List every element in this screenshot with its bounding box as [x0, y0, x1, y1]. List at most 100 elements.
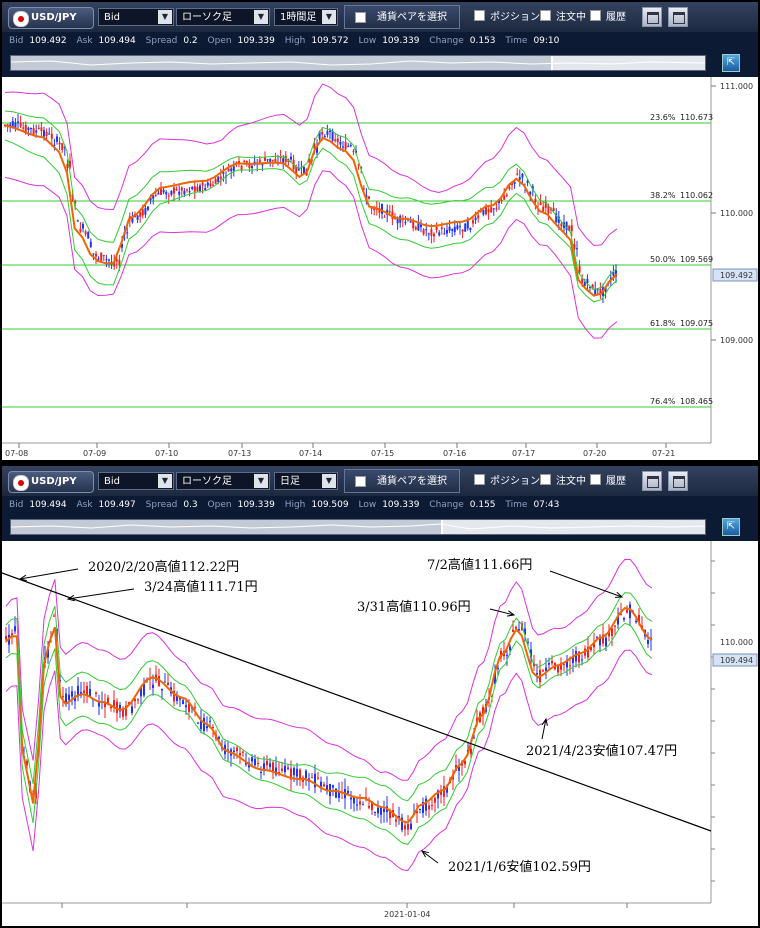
- candle-body: [212, 184, 214, 186]
- chart-settings-icon[interactable]: [642, 471, 662, 491]
- time-tick-label: 07-09: [83, 449, 106, 458]
- candle-body: [217, 176, 220, 182]
- candle-body: [100, 252, 103, 261]
- history-checkbox[interactable]: 履歴: [590, 10, 626, 25]
- low-label: Low: [358, 36, 377, 46]
- price-type-select[interactable]: Bid ▼: [98, 472, 174, 490]
- candle-body: [165, 191, 168, 195]
- candle-body: [239, 752, 241, 756]
- annotation-label-2: 3/24高値111.71円: [144, 579, 258, 595]
- time-label: Time: [505, 36, 528, 46]
- time-value: 07:43: [533, 500, 560, 510]
- chart-background: [2, 77, 758, 460]
- chart-type-select[interactable]: ローソク足 ▼: [176, 8, 270, 26]
- price-type-select[interactable]: Bid ▼: [98, 8, 174, 26]
- orders-checkbox[interactable]: 注文中: [540, 10, 586, 25]
- open-value: 109.339: [237, 36, 275, 46]
- chart-type-value: ローソク足: [182, 476, 232, 487]
- checkbox-icon: [355, 476, 366, 487]
- candle-body: [464, 223, 467, 232]
- expand-icon[interactable]: ⇱: [722, 54, 740, 72]
- spread-value: 0.2: [183, 36, 198, 46]
- candle-body: [32, 128, 35, 135]
- navigator-window[interactable]: [551, 56, 705, 70]
- hourly-chart-panel: USD/JPY Bid ▼ ローソク足 ▼ 1時間足 ▼ 通貨ペアを選択 ポジシ…: [2, 2, 758, 460]
- orders-checkbox[interactable]: 注文中: [540, 474, 586, 489]
- candle-body: [5, 635, 7, 640]
- candle-body: [647, 639, 649, 644]
- candle-body: [251, 165, 253, 169]
- candle-body: [293, 767, 295, 776]
- candle-body: [227, 168, 230, 172]
- navigator-scrollbar[interactable]: [10, 55, 706, 71]
- candle-body: [635, 621, 637, 623]
- currency-pair-button[interactable]: USD/JPY: [8, 471, 94, 493]
- candle-body: [614, 625, 616, 627]
- position-checkbox[interactable]: ポジション: [474, 10, 540, 25]
- expand-icon[interactable]: ⇱: [722, 518, 740, 536]
- candle-body: [87, 232, 90, 239]
- time-tick-label: 07-16: [443, 449, 466, 458]
- candle-body: [395, 819, 397, 822]
- candle-body: [53, 615, 55, 617]
- change-value: 0.153: [469, 36, 496, 46]
- price-tick-label: 109.000: [720, 336, 753, 345]
- select-pair-button[interactable]: 通貨ペアを選択: [344, 469, 460, 493]
- candle-body: [466, 220, 469, 229]
- candle-body: [147, 206, 149, 210]
- history-checkbox[interactable]: 履歴: [590, 474, 626, 489]
- candle-body: [131, 706, 133, 713]
- navigator-window[interactable]: [441, 520, 705, 534]
- candle-body: [443, 233, 446, 235]
- candle-body: [516, 173, 519, 175]
- candle-body: [323, 784, 325, 787]
- high-label: High: [284, 36, 306, 46]
- navigator-bar: ⇱: [2, 50, 758, 77]
- position-label: ポジション: [490, 476, 540, 487]
- candle-body: [557, 666, 559, 673]
- candle-body: [425, 798, 427, 811]
- currency-pair-button[interactable]: USD/JPY: [8, 7, 94, 29]
- candle-body: [219, 176, 222, 179]
- chart-settings-icon[interactable]: [642, 7, 662, 27]
- candle-body: [264, 157, 266, 161]
- candle-body: [240, 165, 243, 170]
- timeframe-select[interactable]: 日足 ▼: [274, 472, 338, 490]
- candle-body: [321, 132, 324, 135]
- select-pair-button[interactable]: 通貨ペアを選択: [344, 5, 460, 29]
- window-icon[interactable]: [668, 7, 688, 27]
- time-tick-label: 07-15: [371, 449, 394, 458]
- price-type-value: Bid: [104, 12, 120, 23]
- candle-body: [243, 160, 246, 162]
- navigator-scrollbar[interactable]: [10, 519, 706, 535]
- candle-body: [433, 233, 435, 237]
- candle-body: [22, 127, 25, 129]
- candle-body: [167, 195, 170, 197]
- candle-body: [412, 220, 415, 229]
- candle-body: [290, 156, 292, 160]
- position-checkbox[interactable]: ポジション: [474, 474, 540, 489]
- fibonacci-price: 109.075: [680, 319, 713, 328]
- bid-value: 109.492: [29, 36, 67, 46]
- timeframe-value: 1時間足: [280, 12, 317, 23]
- candle-body: [194, 707, 196, 709]
- candle-body: [40, 127, 43, 132]
- timeframe-select[interactable]: 1時間足 ▼: [274, 8, 338, 26]
- daily-chart-panel: USD/JPY Bid ▼ ローソク足 ▼ 日足 ▼ 通貨ペアを選択 ポジション…: [2, 466, 758, 926]
- candle-body: [428, 805, 430, 810]
- chevron-down-icon: ▼: [322, 10, 336, 24]
- candle-body: [232, 166, 235, 171]
- chart-type-select[interactable]: ローソク足 ▼: [176, 472, 270, 490]
- candle-body: [542, 670, 544, 672]
- price-tick-label: 110.000: [720, 209, 753, 218]
- candle-body: [551, 660, 553, 664]
- spread-label: Spread: [145, 36, 178, 46]
- price-type-value: Bid: [104, 476, 120, 487]
- candle-body: [374, 811, 376, 813]
- high-label: High: [284, 500, 306, 510]
- bid-label: Bid: [9, 36, 24, 46]
- candle-body: [161, 688, 163, 691]
- window-icon[interactable]: [668, 471, 688, 491]
- candle-body: [431, 805, 433, 807]
- candle-body: [344, 141, 347, 150]
